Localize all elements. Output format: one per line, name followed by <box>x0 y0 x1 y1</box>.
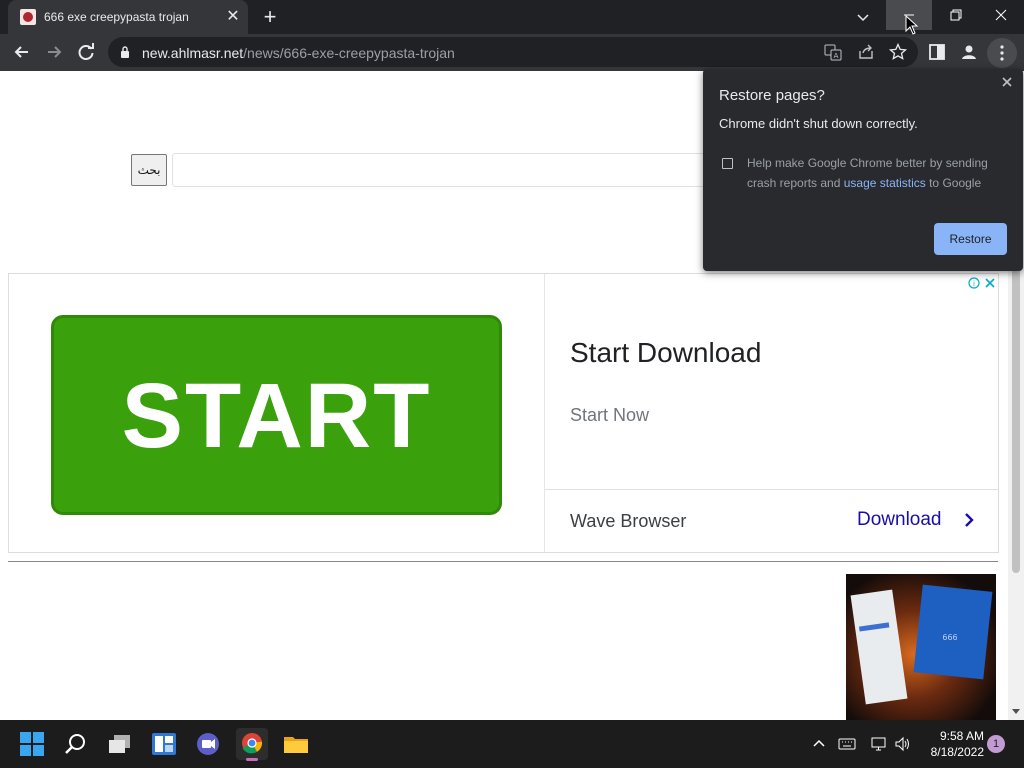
ad-download-link[interactable]: Download <box>857 509 942 531</box>
clock-date: 8/18/2022 <box>930 745 984 759</box>
ad-start-text: START <box>121 365 432 467</box>
url-host: new.ahlmasr.net <box>142 45 244 61</box>
file-explorer-button[interactable] <box>280 728 312 760</box>
dialog-close-icon[interactable] <box>999 74 1015 90</box>
reload-icon[interactable] <box>72 38 100 66</box>
adchoices-icon[interactable]: i <box>968 276 998 290</box>
browser-tab[interactable]: 666 exe creepypasta trojan ✕ <box>8 0 248 34</box>
ad-advertiser: Wave Browser <box>570 511 687 531</box>
ad-subline: Start Now <box>570 405 650 425</box>
dialog-message: Chrome didn't shut down correctly. <box>719 116 918 131</box>
tab-strip: 666 exe creepypasta trojan ✕ + <box>0 0 1024 34</box>
volume-icon[interactable] <box>894 735 912 753</box>
menu-button[interactable] <box>987 38 1017 68</box>
site-favicon-icon <box>20 9 36 25</box>
search-icon <box>65 734 85 754</box>
notification-badge[interactable]: 1 <box>987 735 1005 753</box>
browser-toolbar: new.ahlmasr.net/news/666-exe-creepypasta… <box>0 34 1024 71</box>
crash-report-label: Help make Google Chrome better by sendin… <box>747 153 1009 193</box>
kebab-menu-icon <box>1000 45 1004 61</box>
advertisement[interactable]: START Start Download Start Now Wave Brow… <box>8 273 999 553</box>
teams-chat-icon <box>197 733 219 755</box>
ad-footer[interactable]: Wave Browser Download <box>545 489 999 552</box>
svg-text:i: i <box>973 280 975 288</box>
usage-statistics-link[interactable]: usage statistics <box>844 176 926 190</box>
widgets-button[interactable] <box>148 728 180 760</box>
mouse-cursor-icon <box>905 15 919 35</box>
crash-report-text-end: to Google <box>925 176 982 190</box>
window-close-icon <box>995 9 1007 21</box>
thumbnail-graphic: 666 <box>846 574 996 720</box>
chrome-icon <box>242 733 263 754</box>
ad-start-image[interactable]: START <box>51 315 502 515</box>
translate-icon[interactable]: A <box>823 42 843 62</box>
share-icon[interactable] <box>856 42 876 62</box>
address-bar[interactable]: new.ahlmasr.net/news/666-exe-creepypasta… <box>108 37 918 67</box>
show-hidden-icons-chevron-icon[interactable] <box>810 735 828 753</box>
search-button[interactable]: بحث <box>131 154 167 186</box>
tab-search-chevron-icon[interactable] <box>852 6 874 28</box>
svg-text:A: A <box>834 52 839 60</box>
scroll-down-arrow-icon[interactable] <box>1012 707 1020 715</box>
url-text[interactable]: new.ahlmasr.net/news/666-exe-creepypasta… <box>142 45 455 61</box>
new-tab-button[interactable]: + <box>259 6 281 28</box>
clock-time: 9:58 AM <box>939 729 984 743</box>
content-divider <box>8 561 998 562</box>
lock-icon[interactable] <box>118 45 132 59</box>
restore-down-icon <box>950 9 962 21</box>
star-icon[interactable] <box>888 42 908 62</box>
widgets-icon <box>152 733 176 755</box>
start-button[interactable] <box>16 728 48 760</box>
chevron-right-icon[interactable] <box>962 512 976 528</box>
folder-icon <box>284 737 308 753</box>
windows-logo-icon <box>20 732 44 756</box>
taskbar-search-button[interactable] <box>60 728 92 760</box>
system-clock[interactable]: 9:58 AM 8/18/2022 <box>920 728 984 760</box>
crash-report-checkbox[interactable] <box>722 158 733 169</box>
forward-arrow-icon[interactable] <box>40 38 68 66</box>
ad-headline[interactable]: Start Download <box>570 337 761 369</box>
network-icon[interactable] <box>870 735 888 753</box>
window-close-button[interactable] <box>978 0 1024 30</box>
windows-taskbar: 9:58 AM 8/18/2022 1 <box>0 720 1024 768</box>
restore-button[interactable]: Restore <box>934 223 1007 255</box>
active-app-indicator <box>246 758 258 761</box>
search-input[interactable] <box>172 153 732 187</box>
dialog-title: Restore pages? <box>719 87 825 104</box>
teams-chat-button[interactable] <box>192 728 224 760</box>
keyboard-icon[interactable] <box>838 735 856 753</box>
task-view-button[interactable] <box>104 728 136 760</box>
restore-down-button[interactable] <box>932 0 978 30</box>
svg-text:666: 666 <box>942 633 957 642</box>
tab-title: 666 exe creepypasta trojan <box>44 10 189 24</box>
ad-text-area[interactable]: Start Download Start Now Wave Browser Do… <box>544 274 999 552</box>
restore-pages-dialog: Restore pages? Chrome didn't shut down c… <box>703 69 1023 271</box>
chrome-taskbar-button[interactable] <box>236 728 268 761</box>
task-view-icon <box>109 735 130 753</box>
tab-close-icon[interactable]: ✕ <box>224 8 242 26</box>
profile-icon[interactable] <box>957 40 981 64</box>
side-panel-icon[interactable] <box>925 40 949 64</box>
ad-image-area[interactable]: START <box>9 274 544 552</box>
url-path: /news/666-exe-creepypasta-trojan <box>243 45 455 61</box>
back-arrow-icon[interactable] <box>8 38 36 66</box>
article-thumbnail[interactable]: 666 <box>846 574 996 720</box>
